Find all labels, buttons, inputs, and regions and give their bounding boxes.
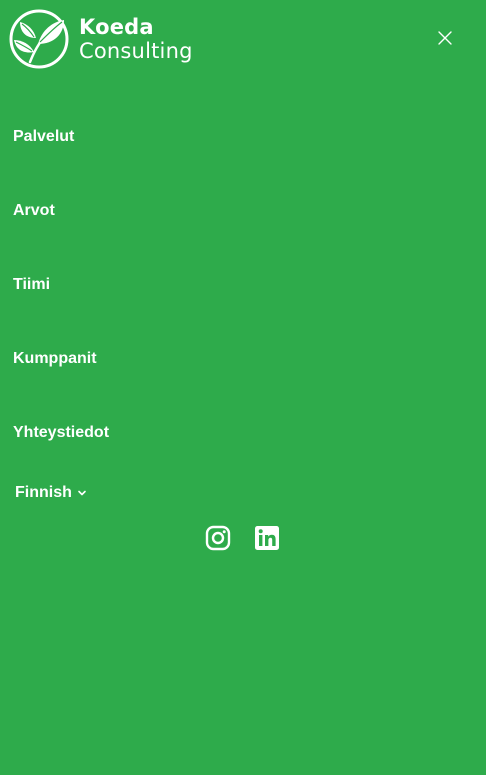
language-selector[interactable]: Finnish [15,484,87,502]
header: Koeda Consulting [0,0,486,80]
nav-item-palvelut[interactable]: Palvelut [0,100,486,174]
logo-name-line1: Koeda [79,14,154,39]
instagram-icon[interactable] [205,525,231,551]
close-icon[interactable] [433,26,457,50]
nav-item-yhteystiedot[interactable]: Yhteystiedot [0,396,486,470]
leaf-logo-icon [9,9,69,69]
nav-item-tiimi[interactable]: Tiimi [0,248,486,322]
linkedin-icon[interactable] [254,525,280,551]
language-label: Finnish [15,484,72,501]
chevron-down-icon [78,490,86,496]
social-links [205,525,280,551]
logo-text: Koeda Consulting [79,14,193,63]
logo[interactable]: Koeda Consulting [8,8,193,70]
main-nav: Palvelut Arvot Tiimi Kumppanit Yhteystie… [0,100,486,470]
logo-name-line2: Consulting [79,38,193,63]
nav-item-arvot[interactable]: Arvot [0,174,486,248]
nav-item-kumppanit[interactable]: Kumppanit [0,322,486,396]
